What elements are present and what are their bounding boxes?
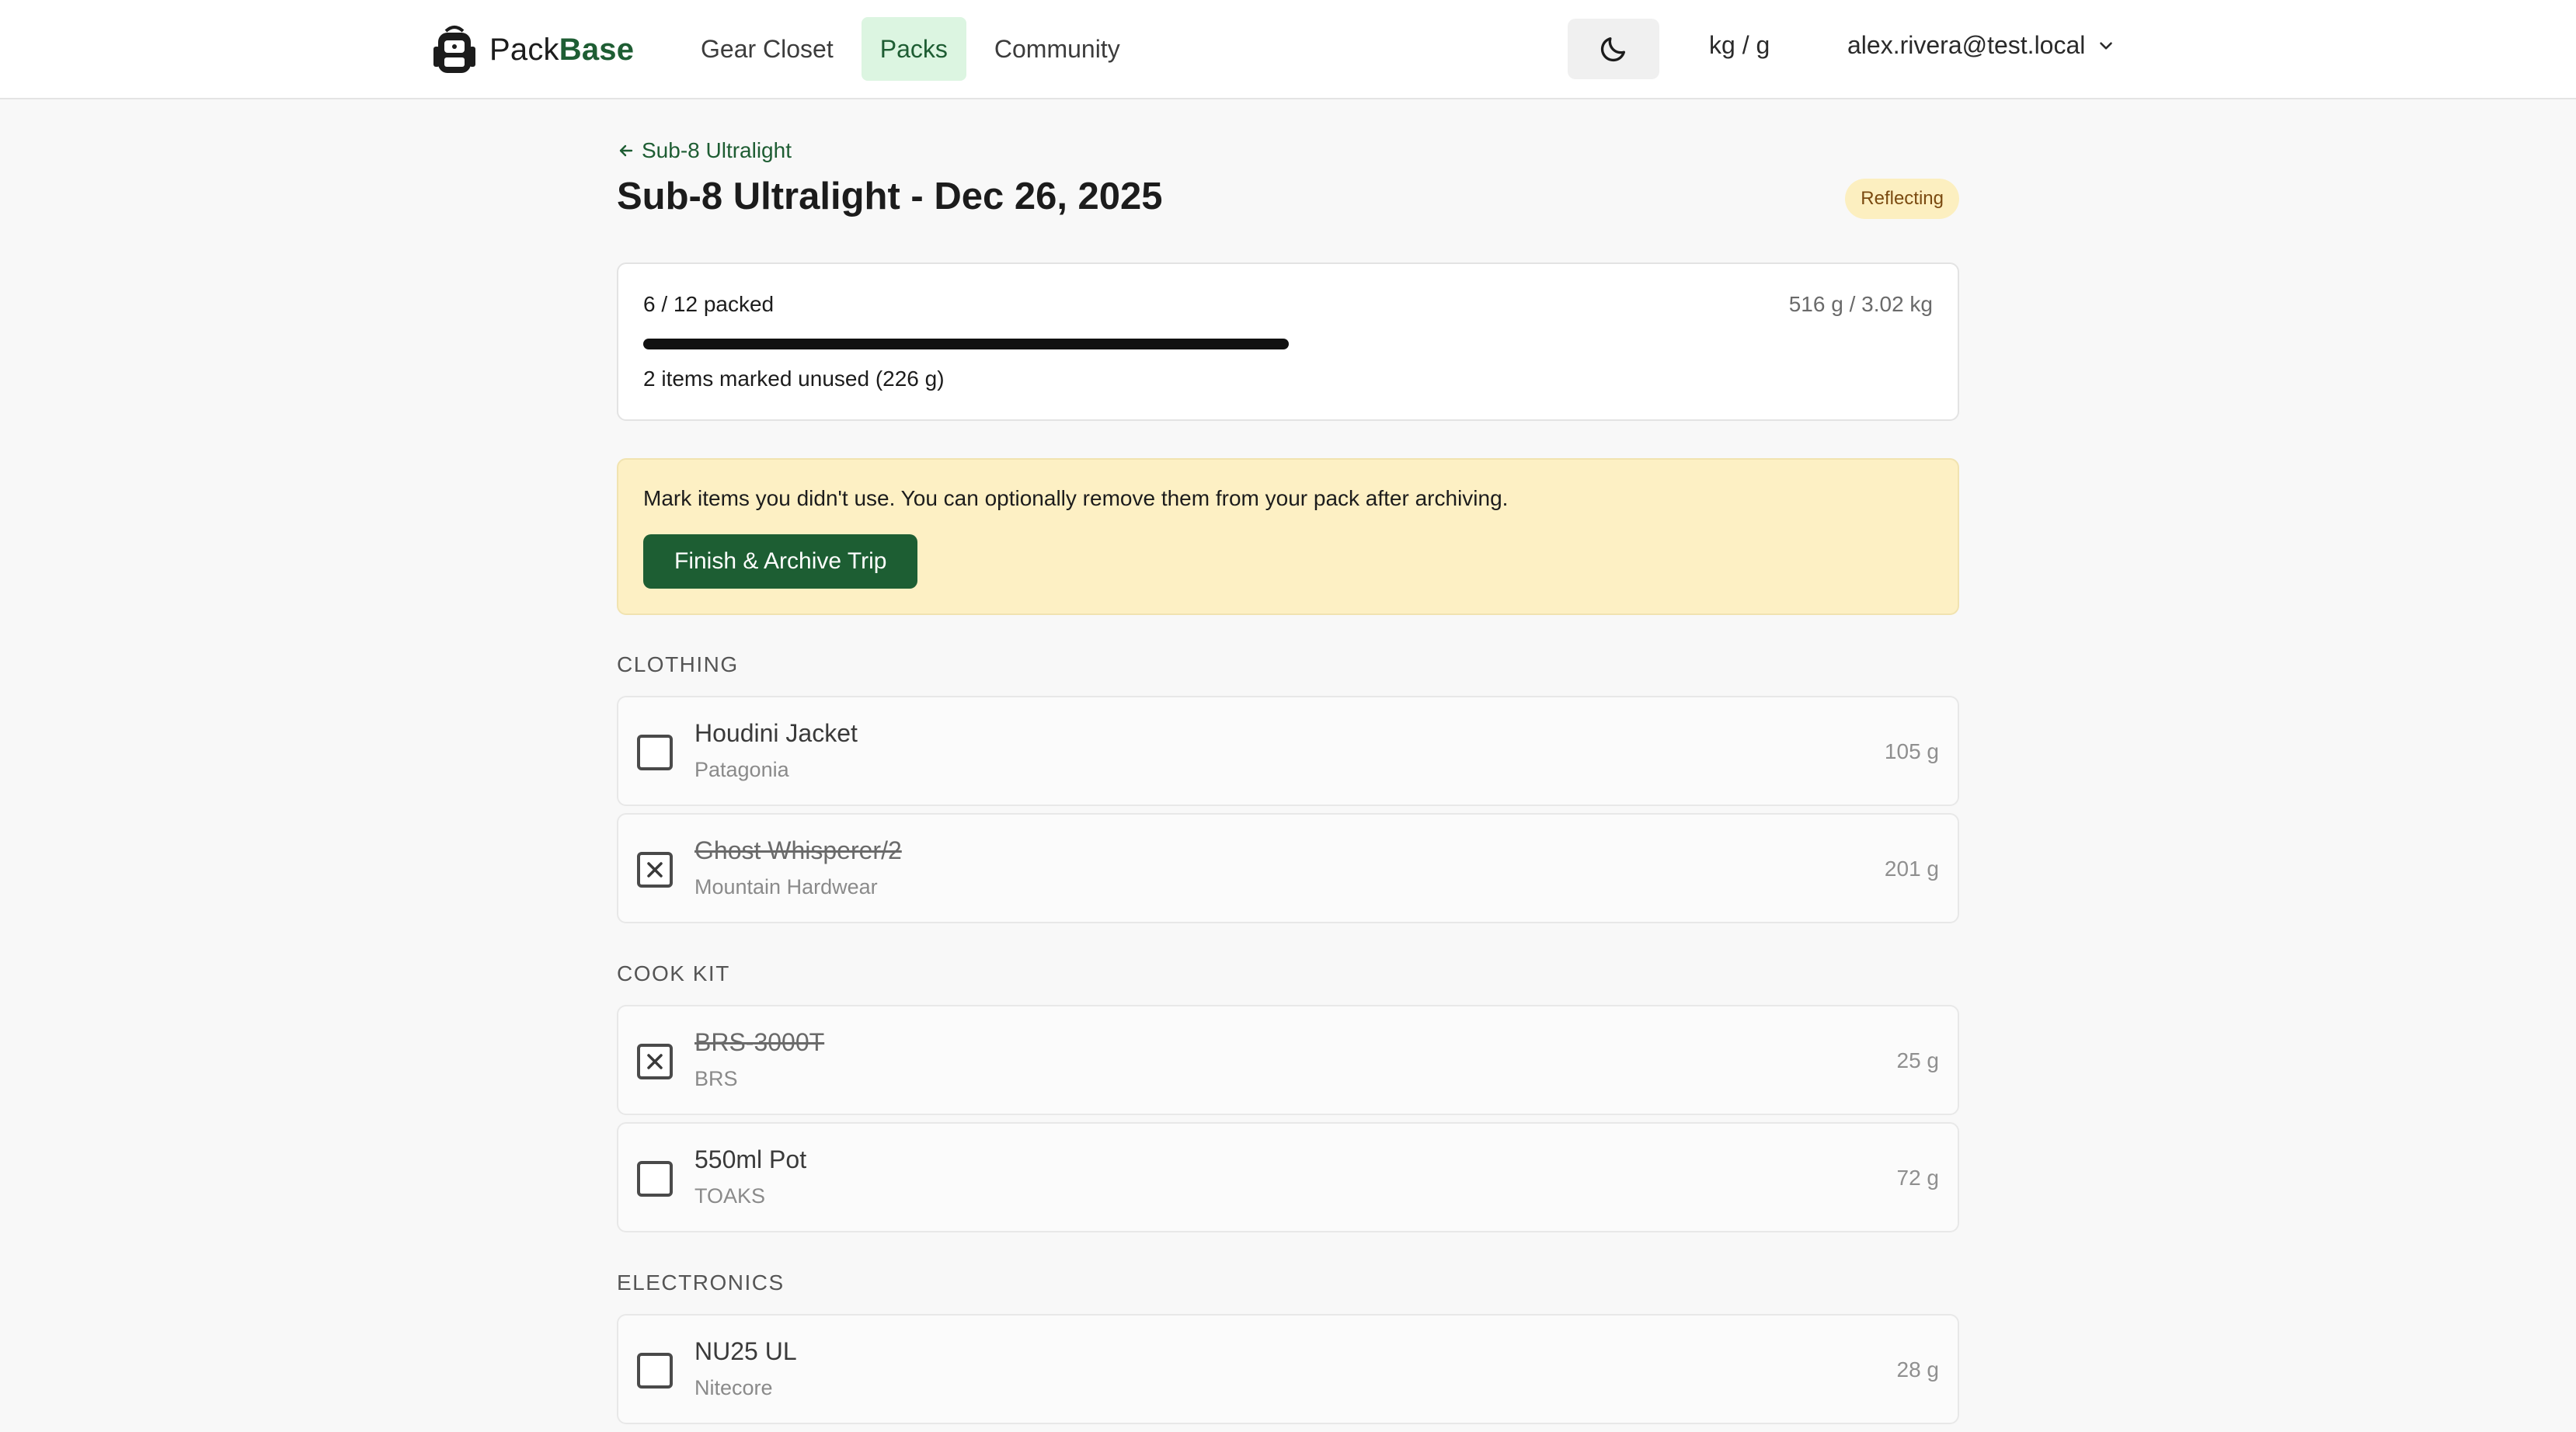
gear-item-row[interactable]: Houdini Jacket Patagonia 105 g <box>617 696 1959 806</box>
nav-community[interactable]: Community <box>976 17 1139 81</box>
gear-item-brand: TOAKS <box>694 1184 766 1208</box>
user-email: alex.rivera@test.local <box>1847 31 2086 59</box>
brand-name-prefix: Pack <box>489 32 559 67</box>
gear-item-name: NU25 UL <box>694 1337 797 1365</box>
main-nav: Gear Closet Packs Community <box>682 17 1139 81</box>
top-navigation-bar: PackBase Gear Closet Packs Community kg … <box>0 0 2576 99</box>
gear-item-weight: 25 g <box>1896 1048 1940 1072</box>
x-mark-icon <box>647 862 663 878</box>
gear-item-name: BRS-3000T <box>694 1028 825 1056</box>
gear-item-row[interactable]: NU25 UL Nitecore 28 g <box>617 1314 1959 1424</box>
chevron-down-icon <box>2100 41 2113 50</box>
gear-item-brand: Mountain Hardwear <box>694 875 878 898</box>
gear-item-row[interactable]: 550ml Pot TOAKS 72 g <box>617 1122 1959 1232</box>
gear-item-brand: Nitecore <box>694 1376 773 1399</box>
brand-name: PackBase <box>489 33 634 68</box>
gear-item-row[interactable]: Ghost Whisperer/2 Mountain Hardwear 201 … <box>617 813 1959 923</box>
gear-item-brand: Patagonia <box>694 758 789 781</box>
gear-item-name: Ghost Whisperer/2 <box>694 836 902 864</box>
brand-name-suffix: Base <box>559 32 635 67</box>
x-mark-icon <box>647 1054 663 1069</box>
gear-item-name: Houdini Jacket <box>694 719 858 747</box>
packing-progress-bar <box>643 339 1934 349</box>
gear-item-name: 550ml Pot <box>694 1145 807 1173</box>
unused-checkbox[interactable] <box>637 735 673 770</box>
packed-count: 6 / 12 packed <box>643 292 775 316</box>
nav-packs[interactable]: Packs <box>861 17 966 81</box>
theme-toggle-button[interactable] <box>1568 19 1659 79</box>
packed-weight-summary: 516 g / 3.02 kg <box>1788 292 1933 316</box>
unused-checkbox[interactable] <box>637 852 673 888</box>
unused-checkbox[interactable] <box>637 1044 673 1079</box>
nav-gear-closet[interactable]: Gear Closet <box>682 17 852 81</box>
back-link-label: Sub-8 Ultralight <box>642 138 792 162</box>
page-title: Sub-8 Ultralight - Dec 26, 2025 <box>617 176 1163 217</box>
unused-checkbox[interactable] <box>637 1161 673 1197</box>
packing-progress-card: 6 / 12 packed 516 g / 3.02 kg 2 items ma… <box>617 262 1959 421</box>
section-heading-clothing: CLOTHING <box>617 652 739 676</box>
finish-archive-trip-button[interactable]: Finish & Archive Trip <box>643 534 918 589</box>
section-heading-cook-kit: COOK KIT <box>617 961 730 985</box>
section-heading-electronics: ELECTRONICS <box>617 1270 785 1295</box>
gear-item-weight: 72 g <box>1896 1166 1940 1190</box>
reflection-notice: Mark items you didn't use. You can optio… <box>617 458 1959 615</box>
user-menu[interactable]: alex.rivera@test.local <box>1847 31 2116 60</box>
units-toggle[interactable]: kg / g <box>1709 31 1770 60</box>
gear-item-weight: 105 g <box>1884 739 1939 763</box>
backpack-logo-icon <box>433 26 475 73</box>
gear-item-row[interactable]: BRS-3000T BRS 25 g <box>617 1005 1959 1115</box>
packing-progress-fill <box>643 339 1289 349</box>
brand-logo-link[interactable]: PackBase <box>430 23 634 76</box>
unused-checkbox[interactable] <box>637 1353 673 1389</box>
back-to-pack-link[interactable]: Sub-8 Ultralight <box>617 138 792 163</box>
arrow-left-icon <box>619 144 633 157</box>
moon-icon <box>1600 37 1625 62</box>
status-badge: Reflecting <box>1845 179 1959 219</box>
reflection-notice-text: Mark items you didn't use. You can optio… <box>643 486 1509 510</box>
gear-item-brand: BRS <box>694 1067 738 1090</box>
unused-items-summary: 2 items marked unused (226 g) <box>643 367 945 391</box>
gear-item-weight: 201 g <box>1884 857 1939 881</box>
gear-item-weight: 28 g <box>1896 1357 1940 1382</box>
